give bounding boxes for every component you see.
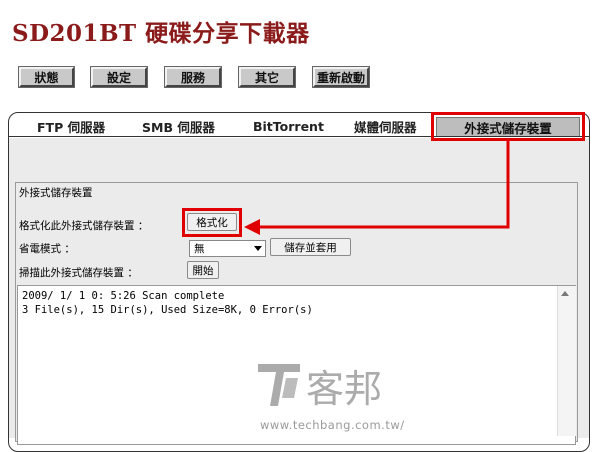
watermark-url: www.techbang.com.tw/	[260, 418, 405, 432]
highlight-arrow	[244, 141, 510, 235]
